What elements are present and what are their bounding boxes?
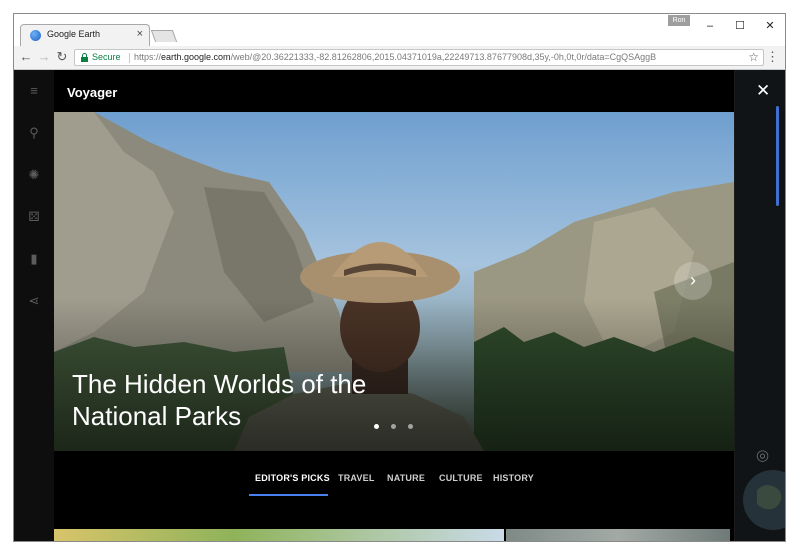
earth-app: ≡ ⚲ ✺ ⚄ ▮ ⋖ ◎ 3D – + Voyager	[14, 70, 785, 541]
minimize-button[interactable]: –	[698, 17, 722, 35]
url-text: https://earth.google.com/web/@20.3622133…	[134, 52, 656, 62]
bookmark-star-icon[interactable]: ☆	[748, 50, 759, 64]
tab-editors-picks[interactable]: EDITOR'S PICKS	[255, 473, 330, 483]
reload-button[interactable]: ↻	[54, 49, 70, 65]
back-button[interactable]: ←	[18, 49, 34, 65]
tab-title: Google Earth	[47, 29, 101, 39]
browser-toolbar: ← → ↻ Secure https://earth.google.com/we…	[14, 46, 785, 70]
secure-label: Secure	[92, 52, 121, 62]
address-bar[interactable]: Secure https://earth.google.com/web/@20.…	[74, 49, 764, 66]
forward-button[interactable]: →	[36, 49, 52, 65]
story-card[interactable]	[54, 529, 504, 541]
profile-badge[interactable]: Ron	[668, 15, 690, 26]
side-rail: ≡ ⚲ ✺ ⚄ ▮ ⋖	[14, 70, 54, 541]
panel-title: Voyager	[67, 85, 118, 100]
feeling-lucky-icon[interactable]: ⚄	[26, 209, 42, 225]
address-separator	[129, 53, 130, 63]
menu-icon[interactable]: ≡	[26, 83, 42, 99]
close-window-button[interactable]: ✕	[758, 17, 782, 35]
category-tabs: EDITOR'S PICKS TRAVEL NATURE CULTURE HIS…	[54, 451, 734, 507]
google-earth-favicon-icon	[30, 30, 41, 41]
title-bar: Google Earth × Ron – ☐ ✕	[14, 14, 785, 46]
carousel-dot[interactable]	[391, 424, 396, 429]
voyager-panel: Voyager The Hidden Worlds of the Nationa…	[54, 70, 734, 541]
share-icon[interactable]: ⋖	[26, 293, 42, 309]
browser-menu-icon[interactable]: ⋮	[766, 49, 779, 65]
tab-nature[interactable]: NATURE	[387, 473, 425, 483]
active-tab-indicator	[249, 494, 328, 496]
panel-scrollbar[interactable]	[776, 106, 779, 206]
bookmark-icon[interactable]: ▮	[26, 251, 42, 267]
maximize-button[interactable]: ☐	[728, 17, 752, 35]
voyager-icon[interactable]: ✺	[26, 167, 42, 183]
tab-close-icon[interactable]: ×	[137, 28, 143, 40]
my-location-icon[interactable]: ◎	[756, 446, 769, 464]
close-panel-icon[interactable]: ✕	[756, 81, 770, 101]
search-icon[interactable]: ⚲	[26, 125, 42, 141]
new-tab-button[interactable]	[150, 30, 178, 42]
carousel-next-button[interactable]: ›	[674, 262, 712, 300]
story-card[interactable]	[506, 529, 730, 541]
carousel-dot[interactable]	[408, 424, 413, 429]
tab-travel[interactable]: TRAVEL	[338, 473, 375, 483]
hero-title[interactable]: The Hidden Worlds of the National Parks	[72, 368, 372, 432]
hero-carousel[interactable]: The Hidden Worlds of the National Parks …	[54, 112, 734, 451]
carousel-dot[interactable]	[374, 424, 379, 429]
url-scheme: https://	[134, 52, 162, 62]
tab-culture[interactable]: CULTURE	[439, 473, 483, 483]
lock-icon	[81, 53, 88, 62]
browser-tab[interactable]: Google Earth ×	[20, 24, 150, 46]
browser-window: Google Earth × Ron – ☐ ✕ ← → ↻ Secure ht…	[13, 13, 786, 542]
url-host: earth.google.com	[161, 52, 231, 62]
url-path: /web/@20.36221333,-82.81262806,2015.0437…	[230, 52, 657, 62]
tab-history[interactable]: HISTORY	[493, 473, 534, 483]
